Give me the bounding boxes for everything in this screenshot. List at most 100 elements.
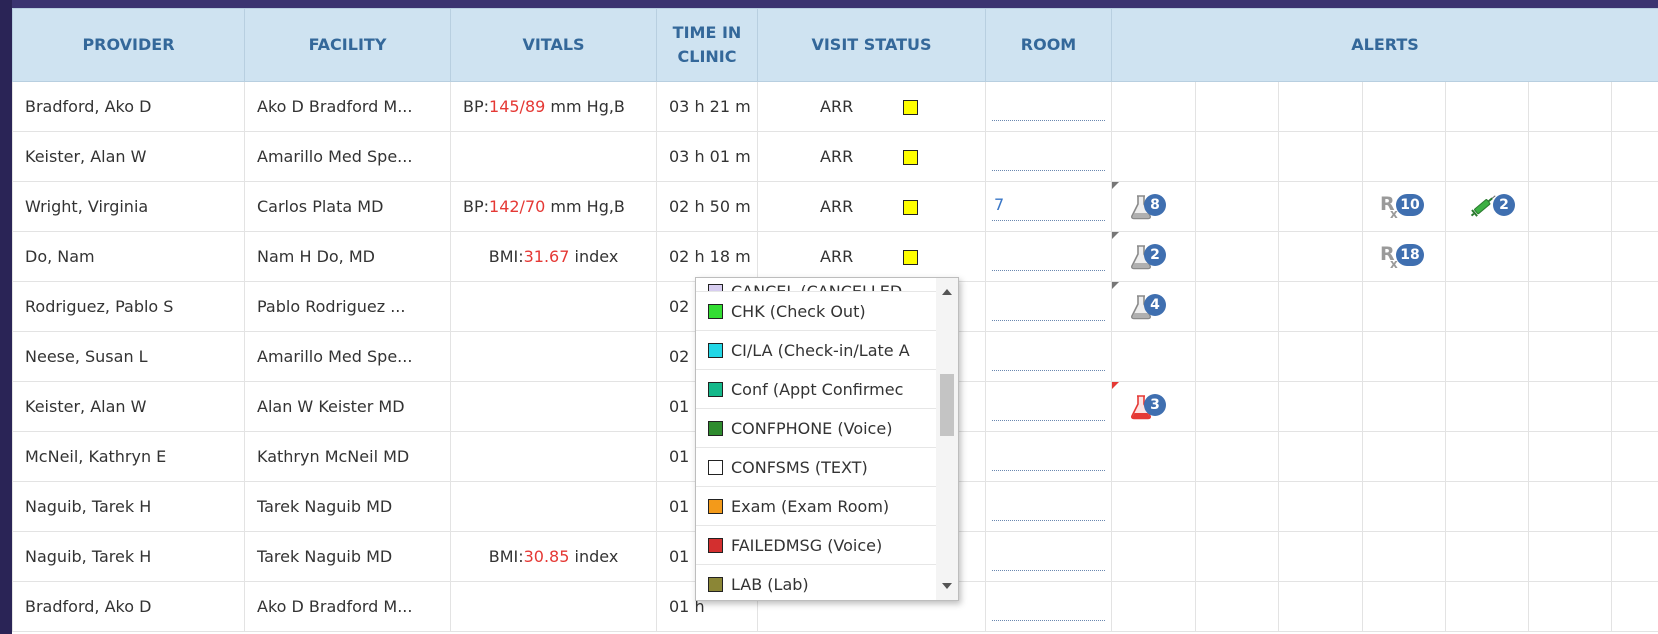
- alert-cell[interactable]: Rx 10: [1362, 181, 1446, 232]
- room-input-line[interactable]: [992, 620, 1105, 621]
- col-header-facility[interactable]: FACILITY: [244, 8, 451, 82]
- vitals-cell[interactable]: BMI:31.67 index: [450, 231, 657, 282]
- lab-count-badge[interactable]: 4: [1144, 294, 1166, 316]
- lab-count-badge[interactable]: 3: [1144, 394, 1166, 416]
- status-option[interactable]: CHK (Check Out): [696, 292, 936, 331]
- room-cell[interactable]: [985, 331, 1112, 382]
- visit-status-cell[interactable]: ARR: [757, 131, 986, 182]
- provider-cell[interactable]: Naguib, Tarek H: [12, 531, 245, 582]
- provider-cell[interactable]: Wright, Virginia: [12, 181, 245, 232]
- provider-cell[interactable]: Keister, Alan W: [12, 131, 245, 182]
- table-row[interactable]: Do, Nam Nam H Do, MD BMI:31.67 index 02 h 1…: [12, 231, 1658, 282]
- facility-cell[interactable]: Ako D Bradford M...: [244, 81, 451, 132]
- vitals-cell[interactable]: [450, 131, 657, 182]
- vitals-cell[interactable]: BP:142/70 mm Hg,B: [450, 181, 657, 232]
- rx-count-badge[interactable]: 18: [1396, 244, 1424, 266]
- room-input-line[interactable]: [992, 420, 1105, 421]
- vitals-cell[interactable]: [450, 281, 657, 332]
- facility-cell[interactable]: Amarillo Med Spe...: [244, 131, 451, 182]
- vitals-cell[interactable]: BMI:30.85 index: [450, 531, 657, 582]
- provider-cell[interactable]: Bradford, Ako D: [12, 581, 245, 632]
- scroll-up-arrow-icon[interactable]: [942, 289, 952, 295]
- room-input-line[interactable]: [992, 470, 1105, 471]
- status-option[interactable]: LAB (Lab): [696, 565, 936, 600]
- facility-cell[interactable]: Pablo Rodriguez ...: [244, 281, 451, 332]
- room-input-line[interactable]: [992, 270, 1105, 271]
- room-cell[interactable]: [985, 431, 1112, 482]
- visit-status-cell[interactable]: ARR: [757, 181, 986, 232]
- table-row[interactable]: Bradford, Ako D Ako D Bradford M... BP:145…: [12, 81, 1658, 132]
- provider-cell[interactable]: Bradford, Ako D: [12, 81, 245, 132]
- room-input-line[interactable]: [992, 170, 1105, 171]
- facility-cell[interactable]: Alan W Keister MD: [244, 381, 451, 432]
- vitals-cell[interactable]: [450, 481, 657, 532]
- facility-cell[interactable]: Tarek Naguib MD: [244, 531, 451, 582]
- facility-cell[interactable]: Amarillo Med Spe...: [244, 331, 451, 382]
- status-option[interactable]: Exam (Exam Room): [696, 487, 936, 526]
- status-option[interactable]: CI/LA (Check-in/Late A: [696, 331, 936, 370]
- provider-cell[interactable]: Rodriguez, Pablo S: [12, 281, 245, 332]
- room-cell[interactable]: [985, 131, 1112, 182]
- vitals-cell[interactable]: [450, 381, 657, 432]
- status-color-box[interactable]: [903, 100, 918, 115]
- facility-cell[interactable]: Ako D Bradford M...: [244, 581, 451, 632]
- alert-cell[interactable]: 3: [1111, 381, 1196, 432]
- rx-count-badge[interactable]: 10: [1396, 194, 1424, 216]
- col-header-time-in-clinic[interactable]: TIME IN CLINIC: [656, 8, 758, 82]
- room-cell[interactable]: 7: [985, 181, 1112, 232]
- room-input-line[interactable]: [992, 370, 1105, 371]
- room-cell[interactable]: [985, 581, 1112, 632]
- facility-cell[interactable]: Nam H Do, MD: [244, 231, 451, 282]
- status-option[interactable]: CANCEL (CANCELLED: [696, 278, 936, 292]
- alert-cell[interactable]: 4: [1111, 281, 1196, 332]
- col-header-provider[interactable]: PROVIDER: [12, 8, 245, 82]
- alert-cell[interactable]: 8: [1111, 181, 1196, 232]
- table-row[interactable]: Keister, Alan W Amarillo Med Spe... 03 h 0…: [12, 131, 1658, 182]
- room-cell[interactable]: [985, 281, 1112, 332]
- room-input-line[interactable]: [992, 520, 1105, 521]
- alert-cell[interactable]: Rx 18: [1362, 231, 1446, 282]
- scroll-down-arrow-icon[interactable]: [942, 583, 952, 589]
- room-input-line[interactable]: [992, 120, 1105, 121]
- dropdown-scrollbar[interactable]: [936, 278, 958, 600]
- provider-cell[interactable]: McNeil, Kathryn E: [12, 431, 245, 482]
- status-option[interactable]: CONFPHONE (Voice): [696, 409, 936, 448]
- table-row[interactable]: Wright, Virginia Carlos Plata MD BP:142/70…: [12, 181, 1658, 232]
- room-cell[interactable]: [985, 81, 1112, 132]
- immunization-count-badge[interactable]: 2: [1493, 194, 1515, 216]
- provider-cell[interactable]: Do, Nam: [12, 231, 245, 282]
- room-input-line[interactable]: [992, 570, 1105, 571]
- room-cell[interactable]: [985, 381, 1112, 432]
- provider-cell[interactable]: Keister, Alan W: [12, 381, 245, 432]
- col-header-alerts[interactable]: ALERTS: [1110, 8, 1658, 82]
- facility-cell[interactable]: Tarek Naguib MD: [244, 481, 451, 532]
- vitals-cell[interactable]: [450, 331, 657, 382]
- room-input-line[interactable]: [992, 220, 1105, 221]
- col-header-vitals[interactable]: VITALS: [450, 8, 657, 82]
- lab-count-badge[interactable]: 8: [1144, 194, 1166, 216]
- scroll-thumb[interactable]: [940, 374, 954, 436]
- room-cell[interactable]: [985, 531, 1112, 582]
- col-header-room[interactable]: ROOM: [985, 8, 1112, 82]
- visit-status-dropdown[interactable]: CANCEL (CANCELLED CHK (Check Out) CI/LA (C…: [695, 277, 959, 601]
- vitals-cell[interactable]: [450, 581, 657, 632]
- status-color-box[interactable]: [903, 150, 918, 165]
- alert-cell[interactable]: 2: [1445, 181, 1529, 232]
- col-header-visit-status[interactable]: VISIT STATUS: [757, 8, 986, 82]
- room-input-line[interactable]: [992, 320, 1105, 321]
- visit-status-cell[interactable]: ARR: [757, 81, 986, 132]
- status-color-box[interactable]: [903, 250, 918, 265]
- lab-count-badge[interactable]: 2: [1144, 244, 1166, 266]
- room-cell[interactable]: [985, 231, 1112, 282]
- status-option[interactable]: FAILEDMSG (Voice): [696, 526, 936, 565]
- vitals-cell[interactable]: [450, 431, 657, 482]
- facility-cell[interactable]: Kathryn McNeil MD: [244, 431, 451, 482]
- room-cell[interactable]: [985, 481, 1112, 532]
- status-option[interactable]: Conf (Appt Confirmec: [696, 370, 936, 409]
- visit-status-cell[interactable]: ARR: [757, 231, 986, 282]
- status-option[interactable]: CONFSMS (TEXT): [696, 448, 936, 487]
- facility-cell[interactable]: Carlos Plata MD: [244, 181, 451, 232]
- status-color-box[interactable]: [903, 200, 918, 215]
- provider-cell[interactable]: Neese, Susan L: [12, 331, 245, 382]
- alert-cell[interactable]: 2: [1111, 231, 1196, 282]
